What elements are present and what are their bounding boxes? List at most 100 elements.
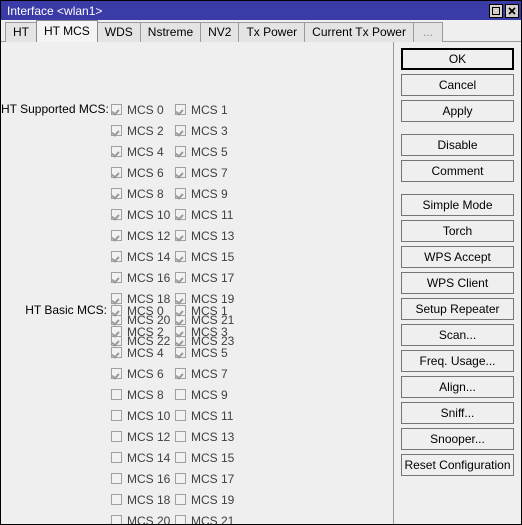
checkbox-ht-supported-mcs-mcs-6[interactable]: MCS 6 <box>111 162 175 183</box>
checkbox-ht-supported-mcs-mcs-15[interactable]: MCS 15 <box>175 246 239 267</box>
maximize-button[interactable] <box>489 3 503 18</box>
tab-[interactable]: ... <box>412 22 443 42</box>
checkbox-ht-basic-mcs-mcs-5[interactable]: MCS 5 <box>175 342 239 363</box>
checkbox-ht-basic-mcs-mcs-11[interactable]: MCS 11 <box>175 405 239 426</box>
checkbox-box[interactable] <box>175 167 186 178</box>
checkbox-box[interactable] <box>175 389 186 400</box>
tab-ht-mcs[interactable]: HT MCS <box>36 20 98 42</box>
checkbox-box[interactable] <box>111 188 122 199</box>
checkbox-box[interactable] <box>111 452 122 463</box>
simple-mode-button[interactable]: Simple Mode <box>401 194 514 216</box>
checkbox-ht-supported-mcs-mcs-4[interactable]: MCS 4 <box>111 141 175 162</box>
align-button[interactable]: Align... <box>401 376 514 398</box>
ok-button[interactable]: OK <box>401 48 514 70</box>
checkbox-ht-supported-mcs-mcs-11[interactable]: MCS 11 <box>175 204 239 225</box>
checkbox-box[interactable] <box>111 431 122 442</box>
checkbox-box[interactable] <box>175 146 186 157</box>
checkbox-ht-supported-mcs-mcs-9[interactable]: MCS 9 <box>175 183 239 204</box>
checkbox-ht-supported-mcs-mcs-10[interactable]: MCS 10 <box>111 204 175 225</box>
checkbox-ht-supported-mcs-mcs-14[interactable]: MCS 14 <box>111 246 175 267</box>
checkbox-box[interactable] <box>111 104 122 115</box>
checkbox-box[interactable] <box>175 251 186 262</box>
checkbox-ht-basic-mcs-mcs-9[interactable]: MCS 9 <box>175 384 239 405</box>
checkbox-box[interactable] <box>111 410 122 421</box>
checkbox-box[interactable] <box>111 494 122 505</box>
checkbox-box[interactable] <box>175 515 186 524</box>
checkbox-ht-basic-mcs-mcs-18[interactable]: MCS 18 <box>111 489 175 510</box>
checkbox-box[interactable] <box>175 230 186 241</box>
checkbox-box[interactable] <box>175 209 186 220</box>
checkbox-box[interactable] <box>111 515 122 524</box>
checkbox-ht-basic-mcs-mcs-3[interactable]: MCS 3 <box>175 321 239 342</box>
checkbox-ht-supported-mcs-mcs-0[interactable]: MCS 0 <box>111 99 175 120</box>
checkbox-ht-supported-mcs-mcs-16[interactable]: MCS 16 <box>111 267 175 288</box>
torch-button[interactable]: Torch <box>401 220 514 242</box>
checkbox-box[interactable] <box>175 305 186 316</box>
checkbox-ht-basic-mcs-mcs-4[interactable]: MCS 4 <box>111 342 175 363</box>
checkbox-ht-supported-mcs-mcs-17[interactable]: MCS 17 <box>175 267 239 288</box>
checkbox-ht-basic-mcs-mcs-14[interactable]: MCS 14 <box>111 447 175 468</box>
tab-nv2[interactable]: NV2 <box>200 22 240 42</box>
sniff-button[interactable]: Sniff... <box>401 402 514 424</box>
checkbox-ht-basic-mcs-mcs-7[interactable]: MCS 7 <box>175 363 239 384</box>
checkbox-ht-basic-mcs-mcs-16[interactable]: MCS 16 <box>111 468 175 489</box>
checkbox-box[interactable] <box>175 104 186 115</box>
cancel-button[interactable]: Cancel <box>401 74 514 96</box>
scan-button[interactable]: Scan... <box>401 324 514 346</box>
checkbox-box[interactable] <box>111 368 122 379</box>
checkbox-ht-basic-mcs-mcs-13[interactable]: MCS 13 <box>175 426 239 447</box>
checkbox-box[interactable] <box>175 272 186 283</box>
checkbox-box[interactable] <box>175 368 186 379</box>
wps-client-button[interactable]: WPS Client <box>401 272 514 294</box>
checkbox-box[interactable] <box>111 347 122 358</box>
checkbox-box[interactable] <box>175 125 186 136</box>
wps-accept-button[interactable]: WPS Accept <box>401 246 514 268</box>
tab-tx-power[interactable]: Tx Power <box>238 22 306 42</box>
checkbox-box[interactable] <box>111 209 122 220</box>
checkbox-ht-basic-mcs-mcs-6[interactable]: MCS 6 <box>111 363 175 384</box>
checkbox-ht-basic-mcs-mcs-0[interactable]: MCS 0 <box>111 300 175 321</box>
checkbox-ht-supported-mcs-mcs-12[interactable]: MCS 12 <box>111 225 175 246</box>
checkbox-box[interactable] <box>111 251 122 262</box>
checkbox-box[interactable] <box>175 326 186 337</box>
checkbox-box[interactable] <box>175 452 186 463</box>
checkbox-box[interactable] <box>111 305 122 316</box>
checkbox-box[interactable] <box>111 230 122 241</box>
checkbox-box[interactable] <box>175 410 186 421</box>
checkbox-ht-supported-mcs-mcs-13[interactable]: MCS 13 <box>175 225 239 246</box>
tab-nstreme[interactable]: Nstreme <box>139 22 202 42</box>
checkbox-box[interactable] <box>175 494 186 505</box>
close-button[interactable] <box>505 3 519 18</box>
checkbox-ht-basic-mcs-mcs-17[interactable]: MCS 17 <box>175 468 239 489</box>
checkbox-ht-basic-mcs-mcs-10[interactable]: MCS 10 <box>111 405 175 426</box>
tab-wds[interactable]: WDS <box>96 22 141 42</box>
checkbox-ht-basic-mcs-mcs-2[interactable]: MCS 2 <box>111 321 175 342</box>
checkbox-box[interactable] <box>111 125 122 136</box>
checkbox-ht-supported-mcs-mcs-3[interactable]: MCS 3 <box>175 120 239 141</box>
reset-configuration-button[interactable]: Reset Configuration <box>401 454 514 476</box>
freq-usage-button[interactable]: Freq. Usage... <box>401 350 514 372</box>
checkbox-ht-supported-mcs-mcs-2[interactable]: MCS 2 <box>111 120 175 141</box>
tab-ht[interactable]: HT <box>5 22 37 42</box>
checkbox-box[interactable] <box>111 167 122 178</box>
checkbox-ht-supported-mcs-mcs-5[interactable]: MCS 5 <box>175 141 239 162</box>
checkbox-box[interactable] <box>111 473 122 484</box>
snooper-button[interactable]: Snooper... <box>401 428 514 450</box>
comment-button[interactable]: Comment <box>401 160 514 182</box>
checkbox-box[interactable] <box>111 326 122 337</box>
checkbox-box[interactable] <box>175 188 186 199</box>
checkbox-ht-supported-mcs-mcs-1[interactable]: MCS 1 <box>175 99 239 120</box>
disable-button[interactable]: Disable <box>401 134 514 156</box>
checkbox-ht-basic-mcs-mcs-19[interactable]: MCS 19 <box>175 489 239 510</box>
checkbox-box[interactable] <box>111 272 122 283</box>
apply-button[interactable]: Apply <box>401 100 514 122</box>
checkbox-ht-basic-mcs-mcs-21[interactable]: MCS 21 <box>175 510 239 524</box>
checkbox-ht-basic-mcs-mcs-15[interactable]: MCS 15 <box>175 447 239 468</box>
checkbox-ht-basic-mcs-mcs-8[interactable]: MCS 8 <box>111 384 175 405</box>
checkbox-box[interactable] <box>175 473 186 484</box>
checkbox-ht-basic-mcs-mcs-12[interactable]: MCS 12 <box>111 426 175 447</box>
checkbox-ht-basic-mcs-mcs-20[interactable]: MCS 20 <box>111 510 175 524</box>
setup-repeater-button[interactable]: Setup Repeater <box>401 298 514 320</box>
checkbox-ht-supported-mcs-mcs-8[interactable]: MCS 8 <box>111 183 175 204</box>
checkbox-ht-basic-mcs-mcs-1[interactable]: MCS 1 <box>175 300 239 321</box>
